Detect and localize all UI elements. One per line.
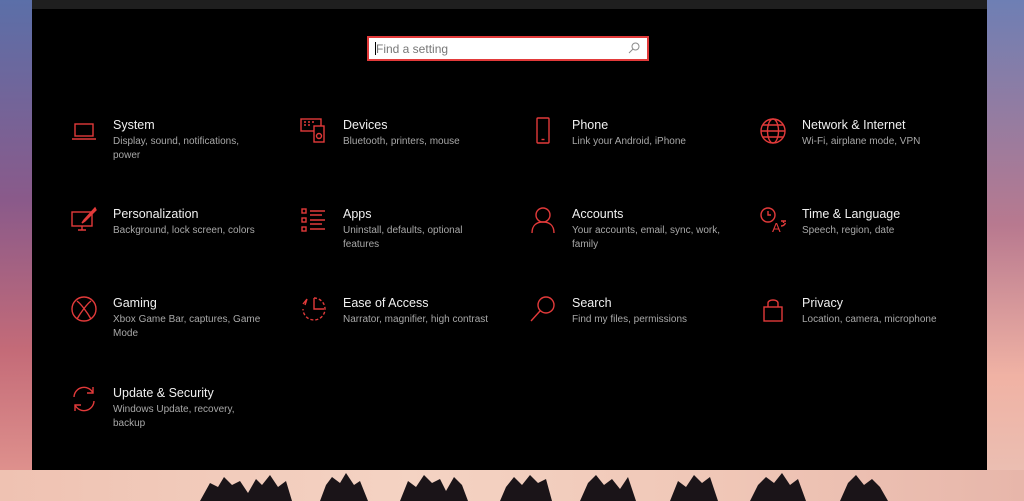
settings-tile-search[interactable]: Search Find my files, permissions [529,295,729,365]
settings-tile-system[interactable]: System Display, sound, notifications, po… [70,117,270,187]
phone-icon [529,117,557,145]
globe-icon [759,117,787,145]
tile-title: Gaming [113,296,157,310]
tile-description: Bluetooth, printers, mouse [343,136,460,147]
tile-title: Privacy [802,296,843,310]
desktop-wallpaper-bottom [0,470,1024,501]
tile-description: Background, lock screen, colors [113,225,255,236]
tile-description: Speech, region, date [802,225,895,236]
settings-tile-gaming[interactable]: Gaming Xbox Game Bar, captures, Game Mod… [70,295,270,365]
svg-text:A: A [772,220,781,234]
tile-title: Network & Internet [802,118,906,132]
devices-icon [300,117,328,145]
time-language-icon: A [759,206,787,234]
lock-icon [759,295,787,323]
tile-title: Personalization [113,207,199,221]
tile-description: Windows Update, recovery, backup [113,404,235,429]
settings-tile-personalization[interactable]: Personalization Background, lock screen,… [70,206,270,276]
tile-description: Uninstall, defaults, optional features [343,225,463,250]
tile-description: Location, camera, microphone [802,314,937,325]
tile-title: Apps [343,207,372,221]
settings-tile-update-security[interactable]: Update & Security Windows Update, recove… [70,385,270,455]
tile-description: Link your Android, iPhone [572,136,686,147]
title-bar[interactable] [32,0,987,9]
search-magnifier-icon [529,295,557,323]
laptop-icon [70,117,98,145]
desktop-wallpaper-right [987,0,1024,501]
tile-title: Accounts [572,207,624,221]
settings-tile-time-language[interactable]: A Time & Language Speech, region, date [759,206,959,276]
tile-description: Wi-Fi, airplane mode, VPN [802,136,921,147]
settings-tile-network[interactable]: Network & Internet Wi-Fi, airplane mode,… [759,117,959,187]
tile-title: Update & Security [113,386,214,400]
settings-tile-ease-of-access[interactable]: Ease of Access Narrator, magnifier, high… [300,295,500,365]
refresh-icon [70,385,98,413]
settings-tile-devices[interactable]: Devices Bluetooth, printers, mouse [300,117,500,187]
search-input[interactable] [369,38,621,59]
search-box[interactable] [367,36,649,61]
settings-window: System Display, sound, notifications, po… [32,0,987,470]
tile-title: Ease of Access [343,296,429,310]
text-caret [375,42,376,55]
apps-list-icon [300,206,328,234]
tile-title: Time & Language [802,207,901,221]
settings-tile-privacy[interactable]: Privacy Location, camera, microphone [759,295,959,365]
ease-of-access-icon [300,295,328,323]
tile-title: Search [572,296,612,310]
tile-title: Devices [343,118,388,132]
settings-tile-accounts[interactable]: Accounts Your accounts, email, sync, wor… [529,206,729,276]
tile-title: Phone [572,118,609,132]
search-icon[interactable] [627,41,641,55]
paint-brush-icon [70,206,98,234]
tile-description: Find my files, permissions [572,314,688,325]
wallpaper-silhouettes [200,473,888,501]
tile-description: Narrator, magnifier, high contrast [343,314,489,325]
tile-title: System [113,118,155,132]
desktop-wallpaper-left [0,0,32,501]
tile-description: Display, sound, notifications, power [113,136,239,161]
tile-description: Your accounts, email, sync, work, family [572,225,721,250]
settings-tile-apps[interactable]: Apps Uninstall, defaults, optional featu… [300,206,500,276]
person-icon [529,206,557,234]
settings-tile-phone[interactable]: Phone Link your Android, iPhone [529,117,729,187]
xbox-icon [70,295,98,323]
tile-description: Xbox Game Bar, captures, Game Mode [113,314,261,339]
